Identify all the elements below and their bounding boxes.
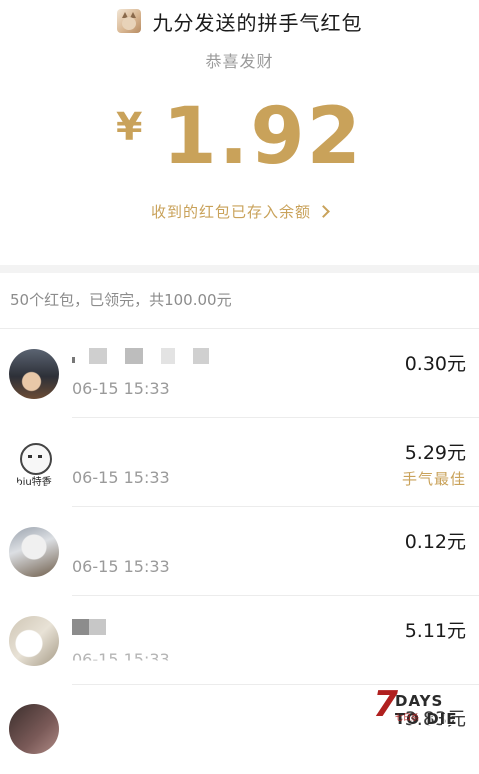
avatar[interactable]: [9, 616, 59, 666]
blur-block: [72, 619, 106, 635]
claim-amount: 5.11元: [404, 620, 466, 642]
claim-time: 06-15 15:33: [72, 557, 170, 576]
claim-time: 06-15 15:33: [72, 650, 170, 669]
avatar[interactable]: [9, 349, 59, 399]
balance-link[interactable]: 收到的红包已存入余额: [0, 199, 479, 223]
avatar-face: [121, 17, 136, 30]
amount-value: 1.92: [162, 92, 363, 182]
blur-block: [72, 357, 75, 363]
claim-time: 06-15 15:33: [72, 379, 170, 398]
received-amount: ¥ 1.92: [0, 92, 479, 182]
claim-time: 06-15 15:33: [72, 468, 170, 487]
chevron-right-icon: [317, 204, 330, 218]
blur-block: [125, 348, 143, 364]
meme-face-icon: [20, 443, 52, 475]
watermark-sub: 七日杀: [395, 713, 419, 722]
blur-block: [161, 348, 175, 364]
avatar[interactable]: [9, 704, 59, 754]
best-luck-badge: 手气最佳: [401, 470, 466, 488]
list-item[interactable]: 06-15 15:33 0.30元: [0, 329, 479, 418]
claim-amount: 0.30元: [404, 353, 466, 375]
masked-nickname: [72, 618, 124, 636]
list-item[interactable]: 06-15 15:33 0.12元: [0, 507, 479, 596]
claim-amount: 5.29元: [404, 442, 466, 464]
claim-list: 06-15 15:33 0.30元 biu特香 06-15 15:33 5.29…: [0, 329, 479, 754]
avatar[interactable]: biu特香: [9, 439, 59, 489]
packet-summary: 50个红包，已领完，共100.00元: [0, 273, 479, 329]
currency-symbol: ¥: [116, 105, 143, 149]
balance-link-label: 收到的红包已存入余额: [150, 202, 311, 221]
page-title: 九分发送的拼手气红包: [152, 10, 363, 35]
blur-block: [89, 348, 107, 364]
watermark-logo: 7 DAYS TO DIE 七日杀: [373, 684, 469, 728]
redpacket-header: 九分发送的拼手气红包 恭喜发财 ¥ 1.92 收到的红包已存入余额: [0, 0, 479, 265]
sender-avatar[interactable]: [116, 9, 141, 33]
list-item[interactable]: biu特香 06-15 15:33 5.29元 手气最佳: [0, 418, 479, 507]
greeting-text: 恭喜发财: [205, 52, 274, 71]
title-row: 九分发送的拼手气红包: [0, 4, 479, 38]
avatar-caption: biu特香: [16, 477, 52, 488]
avatar[interactable]: [9, 527, 59, 577]
list-item[interactable]: 06-15 15:33 5.11元: [0, 596, 479, 685]
section-divider: [0, 265, 479, 273]
blur-block: [193, 348, 209, 364]
masked-nickname: [72, 347, 227, 365]
claim-amount: 0.12元: [404, 531, 466, 553]
